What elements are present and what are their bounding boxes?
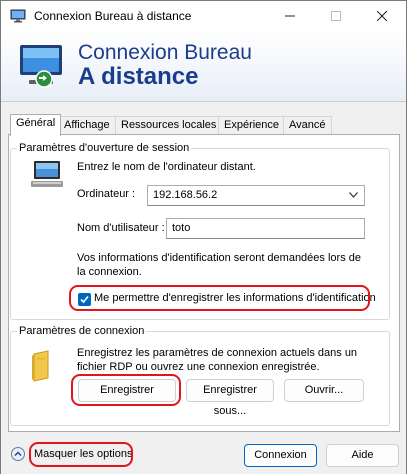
hide-options-link[interactable]: Masquer les options (34, 448, 132, 460)
computer-label-text: Ordinateur : (77, 188, 136, 200)
maximize-button[interactable] (313, 1, 359, 31)
banner-title-line1: Connexion Bureau (78, 41, 252, 64)
computer-label: Ordinateur : (77, 188, 135, 200)
computer-instruction: Entrez le nom de l'ordinateur distant. (77, 161, 256, 173)
banner-title-line2: A distance (78, 63, 199, 90)
session-group-legend: Paramètres d'ouverture de session (17, 141, 192, 155)
username-value: toto (172, 222, 191, 234)
tab-advanced[interactable]: Avancé (283, 116, 332, 135)
remember-credentials-checkbox[interactable] (78, 293, 91, 306)
tab-general[interactable]: Général (10, 114, 62, 136)
open-button[interactable]: Ouvrir... (284, 379, 364, 402)
remote-desktop-window: Connexion Bureau à distance Connexion Bu… (0, 0, 407, 474)
close-icon (377, 11, 387, 21)
minimize-icon (285, 15, 295, 17)
checkmark-icon (80, 295, 89, 304)
banner-divider (1, 101, 406, 102)
computer-icon (31, 161, 63, 187)
close-button[interactable] (359, 1, 405, 31)
computer-combobox[interactable]: 192.168.56.2 (147, 185, 365, 206)
username-input[interactable]: toto (166, 218, 365, 239)
connect-button[interactable]: Connexion (244, 444, 317, 467)
title-bar: Connexion Bureau à distance (1, 1, 406, 31)
help-button[interactable]: Aide (326, 444, 399, 467)
connection-group-legend: Paramètres de connexion (17, 324, 147, 338)
save-as-button[interactable]: Enregistrer sous... (186, 379, 274, 417)
username-label: Nom d'utilisateur : (77, 222, 165, 234)
maximize-icon (331, 11, 341, 21)
computer-value: 192.168.56.2 (153, 189, 218, 201)
tab-display[interactable]: Affichage (58, 116, 116, 135)
monitor-connection-icon (20, 45, 62, 88)
chevron-down-icon[interactable] (349, 192, 358, 198)
credentials-info: Vos informations d'identification seront… (77, 252, 361, 278)
remote-desktop-icon (10, 9, 26, 23)
file-folder-icon (32, 350, 49, 382)
save-button[interactable]: Enregistrer (78, 379, 176, 402)
minimize-button[interactable] (267, 1, 313, 31)
remember-credentials-label[interactable]: Me permettre d'enregistrer les informati… (94, 292, 376, 304)
tab-experience[interactable]: Expérience (218, 116, 286, 135)
chevron-up-circle-icon[interactable] (11, 447, 25, 461)
header-banner: Connexion Bureau A distance (1, 31, 406, 101)
window-title: Connexion Bureau à distance (34, 9, 192, 23)
connection-description: Enregistrez les paramètres de connexion … (77, 347, 358, 373)
tab-local-resources[interactable]: Ressources locales (115, 116, 223, 135)
